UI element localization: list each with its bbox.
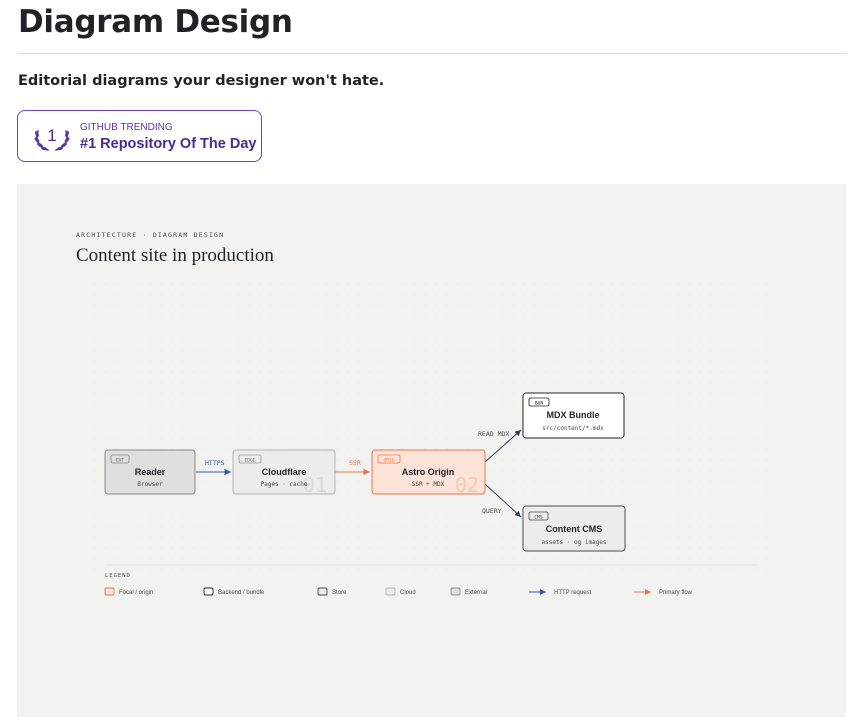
diagram-title: Content site in production	[76, 245, 274, 266]
node-tag: BUN	[535, 400, 544, 406]
legend-item-store: Store	[317, 587, 347, 596]
legend-item-backend: Backend / bundle	[203, 587, 265, 596]
github-trending-badge[interactable]: 1 GITHUB TRENDING #1 Repository Of The D…	[17, 110, 262, 162]
node-astro-origin: 02 ORIG Astro Origin SSR + MDX	[371, 449, 486, 497]
node-name: Reader	[135, 467, 166, 477]
svg-text:Focal / origin: Focal / origin	[119, 590, 153, 596]
diagram-preview: ARCHITECTURE · DIAGRAM DESIGN Content si…	[17, 184, 846, 717]
architecture-diagram: ARCHITECTURE · DIAGRAM DESIGN Content si…	[76, 231, 777, 596]
node-detail: src/content/*.mdx	[542, 425, 604, 432]
node-tag: EDGE	[244, 457, 255, 463]
svg-text:External: External	[465, 590, 487, 596]
node-tag: ORIG	[383, 457, 394, 463]
node-tag: CMS	[534, 514, 543, 520]
title-divider	[18, 53, 847, 54]
svg-text:Cloud: Cloud	[400, 590, 416, 596]
edge-label-read-mdx: READ MDX	[478, 430, 509, 438]
node-reader: EXT Reader Browser	[104, 449, 196, 495]
node-cloudflare: 01 EDGE Cloudflare Pages · cache	[232, 449, 336, 497]
readme-page: Diagram Design Editorial diagrams your d…	[0, 0, 865, 724]
node-content-cms: CMS Content CMS assets · og images	[522, 505, 626, 552]
diagram-grid	[87, 279, 777, 579]
node-mdx-bundle: BUN MDX Bundle src/content/*.mdx	[522, 392, 625, 439]
node-name: MDX Bundle	[547, 410, 600, 420]
legend-item-focal: Focal / origin	[104, 587, 153, 596]
badge-subtitle: GITHUB TRENDING	[80, 122, 173, 133]
legend-item-cloud: Cloud	[385, 587, 416, 596]
node-detail: assets · og images	[541, 539, 606, 546]
node-name: Content CMS	[546, 524, 603, 534]
legend-item-primary-flow: Primary flow	[634, 589, 693, 596]
svg-text:Backend / bundle: Backend / bundle	[218, 590, 265, 596]
node-tag: EXT	[116, 457, 125, 463]
diagram-eyebrow: ARCHITECTURE · DIAGRAM DESIGN	[76, 231, 224, 239]
edge-label-query: QUERY	[482, 507, 502, 515]
svg-text:Primary flow: Primary flow	[659, 590, 693, 596]
legend-item-http-request: HTTP request	[529, 589, 592, 596]
node-detail: Browser	[137, 481, 163, 488]
page-tagline: Editorial diagrams your designer won't h…	[18, 73, 385, 89]
badge-rank-number: 1	[47, 126, 56, 145]
svg-text:Store: Store	[332, 590, 347, 596]
legend-title: LEGEND	[105, 573, 131, 579]
svg-text:HTTP request: HTTP request	[554, 590, 592, 596]
node-detail: SSR + MDX	[412, 481, 445, 488]
edge-label-https: HTTPS	[205, 459, 225, 467]
legend-item-external: External	[450, 587, 487, 596]
node-name: Astro Origin	[402, 467, 455, 477]
edge-label-ssr: SSR	[349, 459, 361, 467]
node-index: 02	[455, 473, 479, 497]
laurel-rank-icon: 1	[34, 126, 70, 151]
node-name: Cloudflare	[262, 467, 307, 477]
page-title: Diagram Design	[18, 4, 293, 40]
node-detail: Pages · cache	[261, 481, 308, 488]
badge-label: #1 Repository Of The Day	[80, 136, 257, 152]
